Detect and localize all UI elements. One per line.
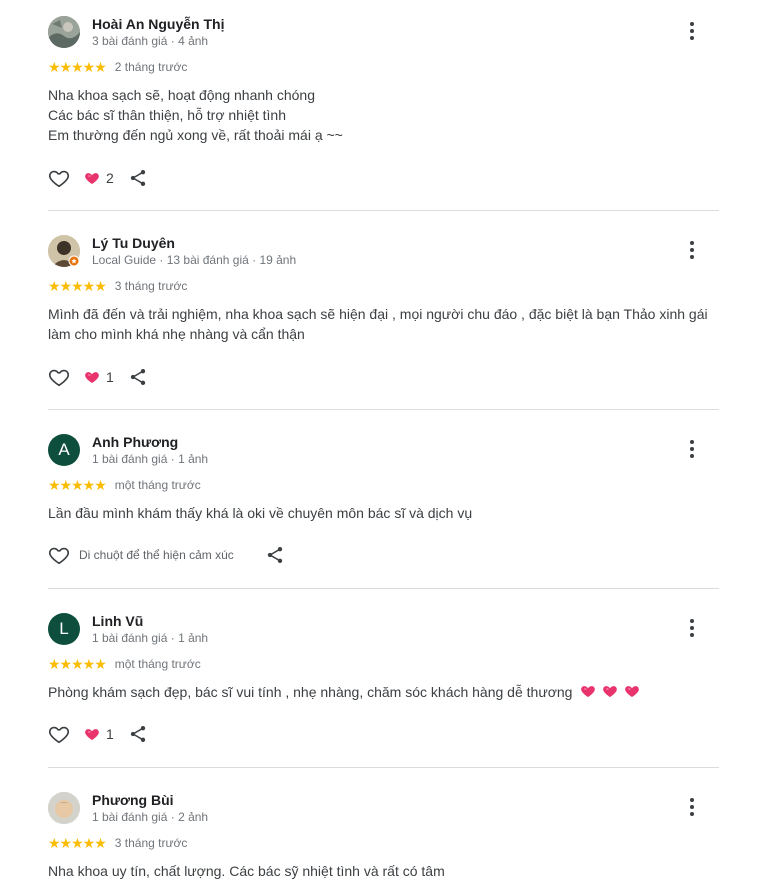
heart-emoji-icon — [580, 683, 596, 699]
like-heart-icon[interactable] — [48, 544, 70, 566]
divider — [48, 767, 719, 768]
reaction-hint: Di chuột để thể hiện cảm xúc — [79, 548, 234, 562]
reviewer-meta: 3 bài đánh giá · 4 ảnh — [92, 34, 209, 48]
review-text-line: Lần đầu mình khám thấy khá là oki về chu… — [48, 505, 473, 521]
dot-icon — [690, 248, 694, 252]
review-time: một tháng trước — [114, 478, 201, 492]
dot-icon — [690, 440, 694, 444]
rating-row: ★★★★★ một tháng trước — [48, 478, 201, 492]
reaction-summary[interactable]: 1 — [84, 369, 114, 385]
review-actions: 1 — [48, 365, 148, 389]
review-actions: Di chuột để thể hiện cảm xúc — [48, 543, 285, 567]
rating-row: ★★★★★ một tháng trước — [48, 657, 201, 671]
dot-icon — [690, 447, 694, 451]
rating-row: ★★★★★ 2 tháng trước — [48, 60, 187, 74]
reviewer-name[interactable]: Hoài An Nguyễn Thị — [92, 16, 224, 32]
reaction-count: 1 — [106, 369, 114, 385]
reviewer-meta: 1 bài đánh giá · 1 ảnh — [92, 631, 209, 645]
review-time: 3 tháng trước — [114, 836, 188, 850]
reviewer-meta: Local Guide · 13 bài đánh giá · 19 ảnh — [92, 253, 297, 267]
reaction-summary[interactable]: 2 — [84, 170, 114, 186]
heart-reaction-icon — [84, 170, 100, 186]
review-text-line: Em thường đến ngủ xong về, rất thoải mái… — [48, 127, 343, 143]
share-icon[interactable] — [128, 724, 148, 744]
dot-icon — [690, 812, 694, 816]
dot-icon — [690, 798, 694, 802]
reviewer-name[interactable]: Anh Phương — [92, 434, 178, 450]
avatar-photo-icon — [48, 16, 80, 48]
heart-reaction-icon — [84, 369, 100, 385]
like-heart-icon[interactable] — [48, 723, 70, 745]
rating-row: ★★★★★ 3 tháng trước — [48, 279, 187, 293]
star-rating: ★★★★★ — [48, 278, 107, 294]
share-icon[interactable] — [128, 168, 148, 188]
dot-icon — [690, 29, 694, 33]
more-options-button[interactable] — [689, 440, 695, 458]
star-rating: ★★★★★ — [48, 477, 107, 493]
like-heart-icon[interactable] — [48, 366, 70, 388]
reviewer-meta: 1 bài đánh giá · 2 ảnh — [92, 810, 209, 824]
review-actions: 2 — [48, 166, 148, 190]
dot-icon — [690, 633, 694, 637]
review-text-line: Mình đã đến và trải nghiệm, nha khoa sạc… — [48, 306, 708, 322]
like-heart-icon[interactable] — [48, 167, 70, 189]
divider — [48, 588, 719, 589]
avatar-photo-icon — [48, 235, 80, 267]
review-actions: 1 — [48, 722, 148, 746]
avatar[interactable] — [48, 792, 80, 824]
more-options-button[interactable] — [689, 22, 695, 40]
rating-row: ★★★★★ 3 tháng trước — [48, 836, 187, 850]
reviewer-name[interactable]: Phương Bùi — [92, 792, 174, 808]
avatar[interactable]: L — [48, 613, 80, 645]
avatar-photo-icon — [48, 792, 80, 824]
more-options-button[interactable] — [689, 241, 695, 259]
reaction-count: 2 — [106, 170, 114, 186]
dot-icon — [690, 241, 694, 245]
heart-reaction-icon — [84, 726, 100, 742]
dot-icon — [690, 36, 694, 40]
review-text-line: Phòng khám sạch đẹp, bác sĩ vui tính , n… — [48, 682, 640, 702]
avatar[interactable] — [48, 16, 80, 48]
review-time: một tháng trước — [114, 657, 201, 671]
divider — [48, 409, 719, 410]
share-icon[interactable] — [265, 545, 285, 565]
star-rating: ★★★★★ — [48, 59, 107, 75]
reviewer-name[interactable]: Linh Vũ — [92, 613, 143, 629]
avatar[interactable]: A — [48, 434, 80, 466]
avatar[interactable] — [48, 235, 80, 267]
reviewer-name[interactable]: Lý Tu Duyên — [92, 235, 175, 251]
review-text-line: làm cho mình khá nhẹ nhàng và cẩn thận — [48, 326, 305, 342]
dot-icon — [690, 255, 694, 259]
more-options-button[interactable] — [689, 798, 695, 816]
review-time: 3 tháng trước — [114, 279, 188, 293]
reaction-count: 1 — [106, 726, 114, 742]
share-icon[interactable] — [128, 367, 148, 387]
review-text: Phòng khám sạch đẹp, bác sĩ vui tính , n… — [48, 684, 573, 700]
dot-icon — [690, 22, 694, 26]
star-rating: ★★★★★ — [48, 835, 107, 851]
reaction-summary[interactable]: 1 — [84, 726, 114, 742]
heart-emoji-icon — [624, 683, 640, 699]
dot-icon — [690, 619, 694, 623]
dot-icon — [690, 454, 694, 458]
dot-icon — [690, 626, 694, 630]
reviewer-meta: 1 bài đánh giá · 1 ảnh — [92, 452, 209, 466]
review-text-line: Các bác sĩ thân thiện, hỗ trợ nhiệt tình — [48, 107, 286, 123]
star-rating: ★★★★★ — [48, 656, 107, 672]
dot-icon — [690, 805, 694, 809]
review-text-line: Nha khoa sạch sẽ, hoạt động nhanh chóng — [48, 87, 315, 103]
more-options-button[interactable] — [689, 619, 695, 637]
divider — [48, 210, 719, 211]
review-text-line: Nha khoa uy tín, chất lượng. Các bác sỹ … — [48, 863, 445, 879]
heart-emoji-icon — [602, 683, 618, 699]
review-time: 2 tháng trước — [114, 60, 188, 74]
